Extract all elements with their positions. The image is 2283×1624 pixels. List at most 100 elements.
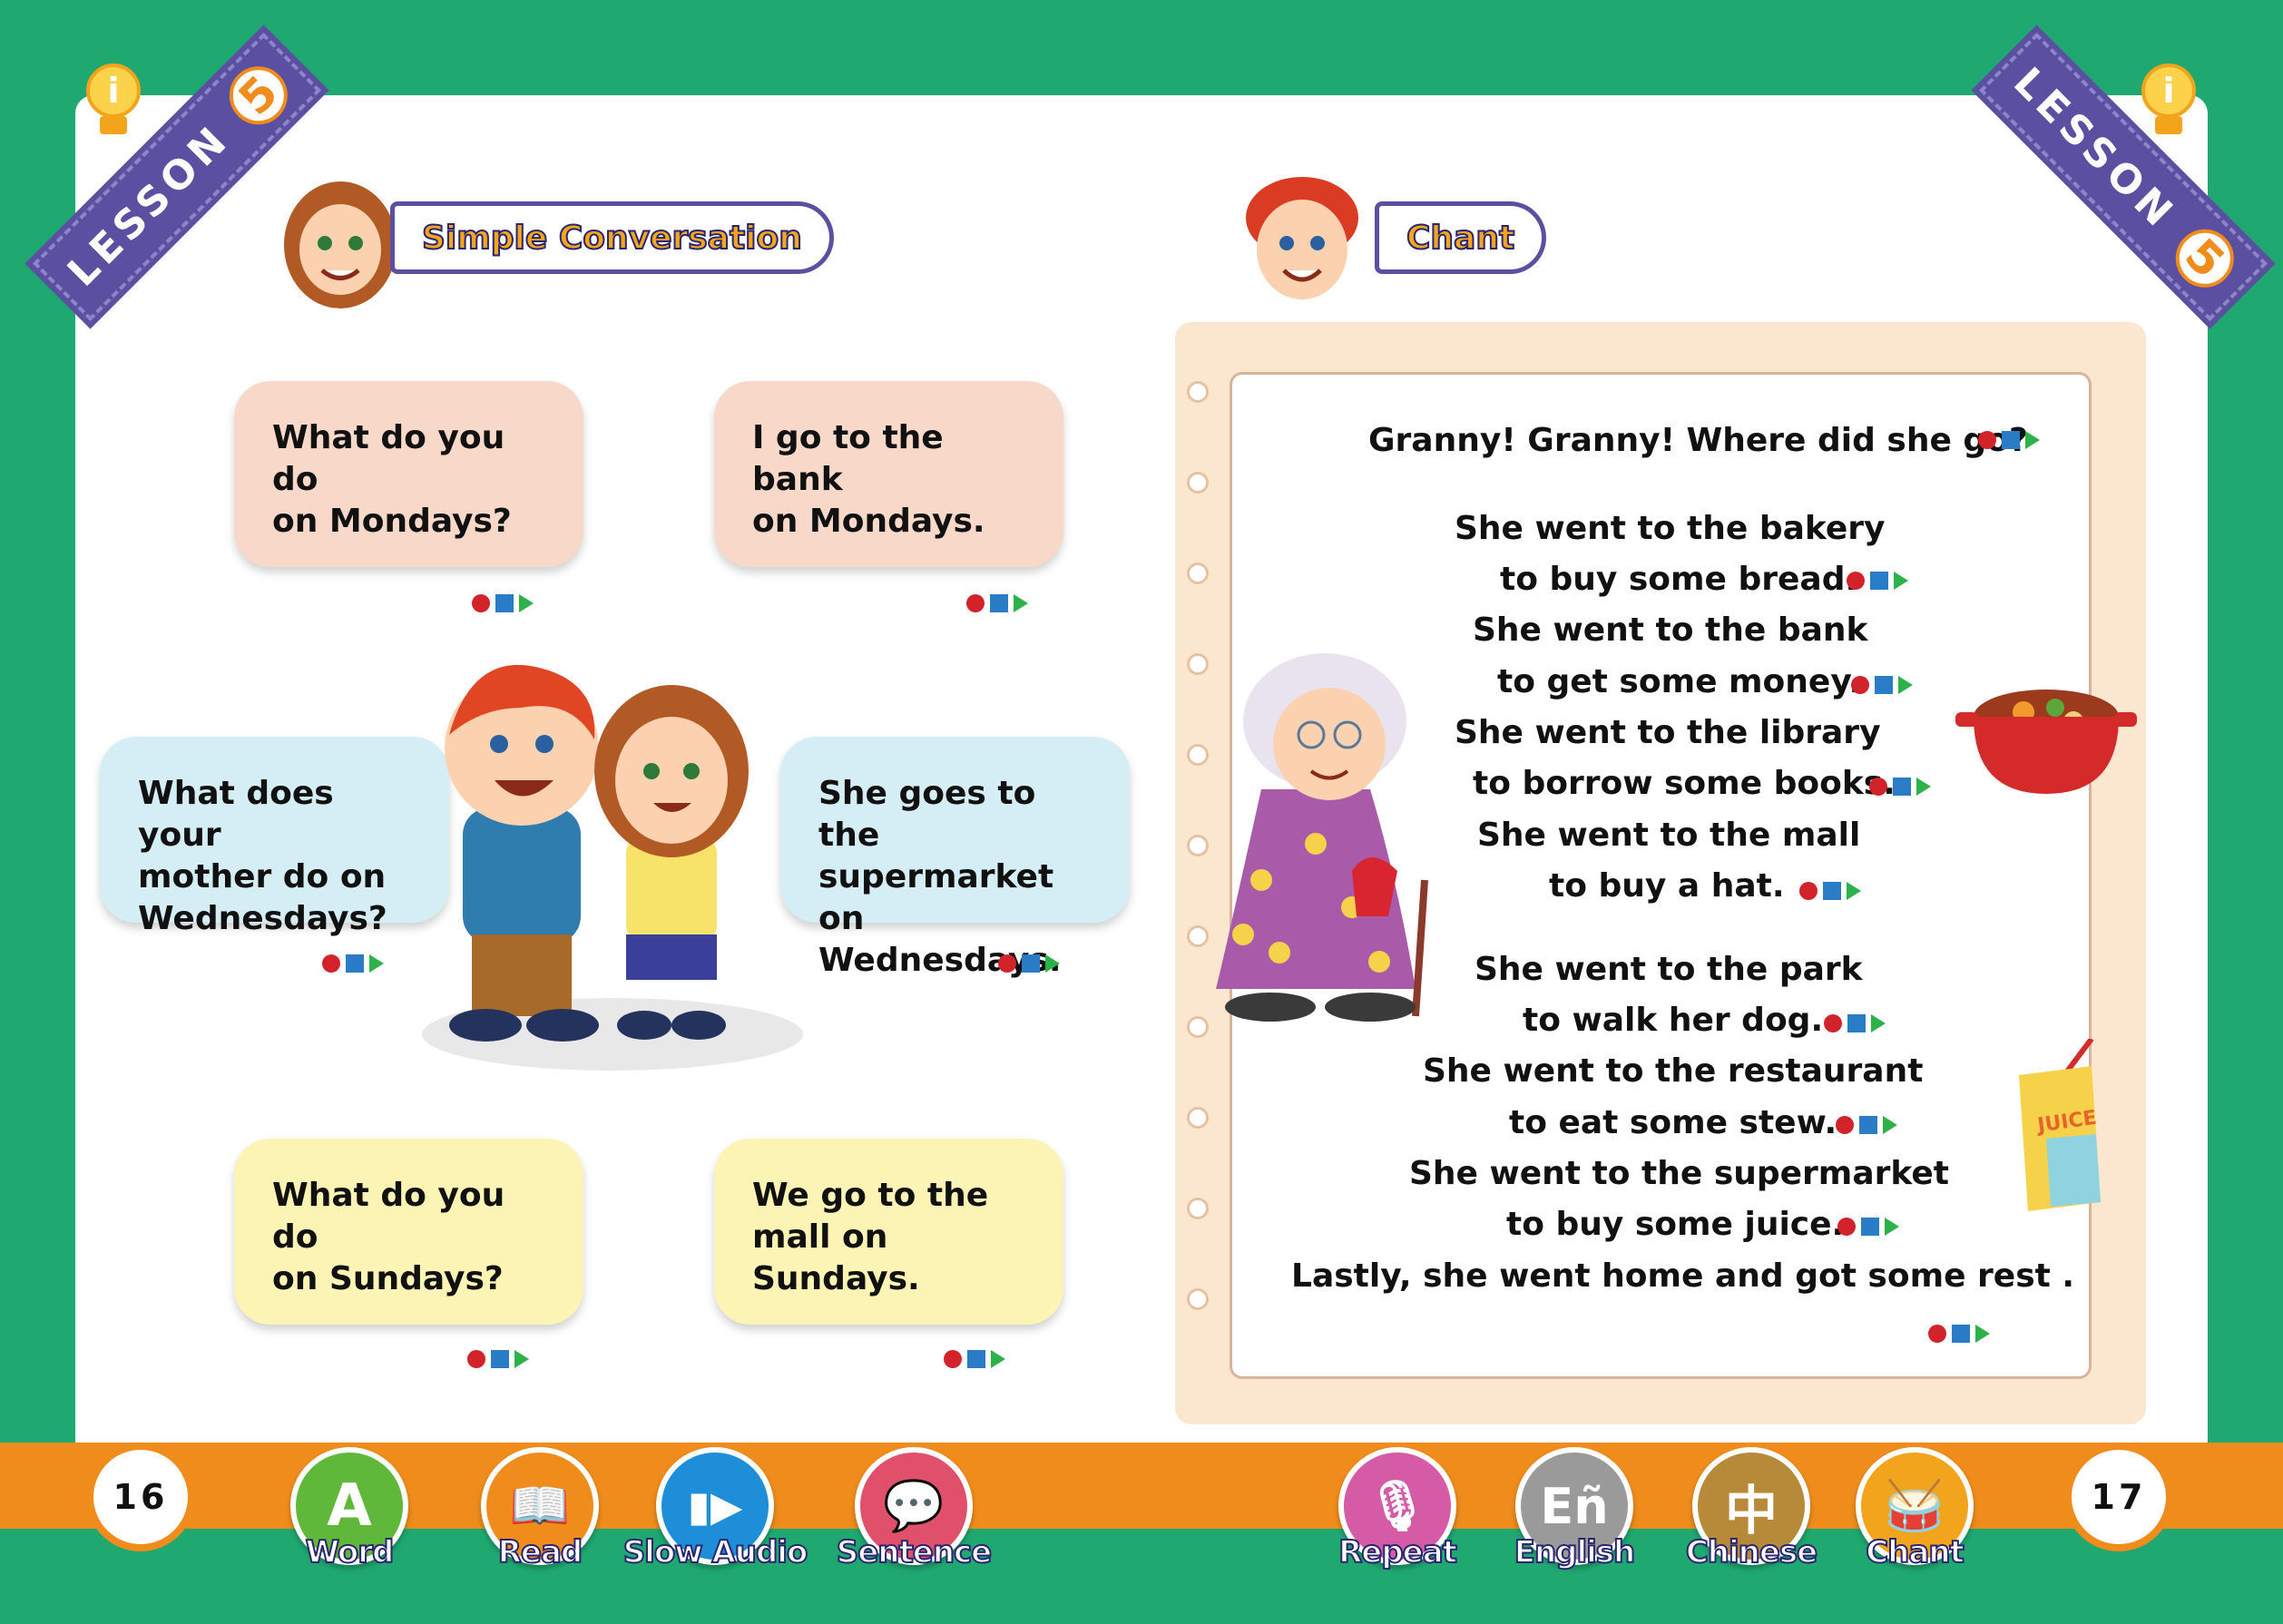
binder-ring: [1187, 744, 1209, 766]
play-icon[interactable]: [1916, 778, 1931, 796]
play-icon[interactable]: [1883, 1116, 1897, 1134]
record-icon[interactable]: [1869, 778, 1887, 796]
audio-controls[interactable]: [322, 954, 384, 973]
play-icon[interactable]: [1014, 594, 1028, 612]
record-icon[interactable]: [472, 594, 490, 612]
sentence-label: Sentence: [836, 1533, 993, 1571]
stop-icon[interactable]: [990, 594, 1008, 612]
word-label: Word: [305, 1533, 396, 1571]
bubble-line: on Mondays?: [272, 503, 512, 540]
stop-icon[interactable]: [967, 1350, 985, 1368]
audio-controls[interactable]: [1847, 572, 1908, 590]
play-icon[interactable]: [991, 1350, 1005, 1368]
play-icon[interactable]: [1975, 1325, 1990, 1343]
stop-icon[interactable]: [1022, 954, 1040, 973]
audio-controls[interactable]: [1837, 1218, 1899, 1236]
audio-controls[interactable]: [1869, 778, 1931, 796]
stop-icon[interactable]: [1823, 882, 1841, 900]
stop-icon[interactable]: [1847, 1014, 1866, 1032]
play-icon[interactable]: [1885, 1218, 1899, 1236]
record-icon[interactable]: [998, 954, 1016, 973]
record-icon[interactable]: [1799, 882, 1818, 900]
audio-controls[interactable]: [1836, 1116, 1897, 1134]
play-icon[interactable]: [519, 594, 534, 612]
play-icon[interactable]: [1847, 882, 1861, 900]
english-button[interactable]: Eñ English: [1511, 1447, 1638, 1574]
stop-icon[interactable]: [495, 594, 514, 612]
play-icon[interactable]: [369, 954, 384, 973]
audio-controls[interactable]: [1928, 1325, 1990, 1343]
record-icon[interactable]: [1837, 1218, 1856, 1236]
lesson-number: 5: [217, 54, 299, 137]
repeat-button[interactable]: 🎙 Repeat: [1334, 1447, 1461, 1574]
boy-avatar-icon: [1246, 177, 1358, 299]
audio-controls[interactable]: [1824, 1014, 1886, 1032]
play-icon[interactable]: [1894, 572, 1908, 590]
chant-button[interactable]: 🥁 Chant: [1851, 1447, 1978, 1574]
bubble-line: What do you do: [272, 419, 505, 498]
stop-icon[interactable]: [1859, 1116, 1877, 1134]
bubble-line: I go to the bank: [752, 419, 944, 498]
stop-icon[interactable]: [1870, 572, 1888, 590]
stop-icon[interactable]: [1893, 778, 1911, 796]
play-icon[interactable]: [2025, 431, 2040, 449]
chant-line: She went to the restaurant: [1423, 1052, 1924, 1090]
stop-icon[interactable]: [1861, 1218, 1879, 1236]
juice-box-illustration: JUICE: [2019, 1039, 2101, 1211]
girl-avatar-icon: [284, 181, 397, 308]
stop-icon[interactable]: [1875, 676, 1893, 694]
chinese-button[interactable]: 中 Chinese: [1685, 1447, 1818, 1574]
play-icon[interactable]: [1898, 676, 1913, 694]
record-icon[interactable]: [322, 954, 340, 973]
record-icon[interactable]: [1978, 431, 1996, 449]
chant-line: to walk her dog.: [1523, 1002, 1824, 1039]
binder-ring: [1187, 1016, 1209, 1038]
binder-ring: [1187, 472, 1209, 494]
simple-conversation-tag: Simple Conversation: [390, 201, 834, 274]
word-button[interactable]: A Word: [286, 1447, 413, 1574]
bubble-line: on Mondays.: [752, 503, 985, 540]
read-label: Read: [497, 1533, 584, 1571]
audio-controls[interactable]: [467, 1350, 529, 1368]
binder-ring: [1187, 835, 1209, 856]
audio-controls[interactable]: [472, 594, 534, 612]
record-icon[interactable]: [1928, 1325, 1946, 1343]
slow-audio-button[interactable]: ▮▶ Slow Audio: [622, 1447, 808, 1574]
audio-controls[interactable]: [998, 954, 1060, 973]
record-icon[interactable]: [944, 1350, 962, 1368]
play-icon[interactable]: [1871, 1014, 1886, 1032]
lightbulb-icon[interactable]: i: [82, 64, 145, 136]
read-button[interactable]: 📖 Read: [476, 1447, 603, 1574]
audio-controls[interactable]: [1799, 882, 1861, 900]
bubble-question-monday: What do you do on Mondays?: [234, 381, 583, 567]
audio-controls[interactable]: [966, 594, 1028, 612]
audio-controls[interactable]: [944, 1350, 1005, 1368]
bubble-line: We go to the: [752, 1177, 989, 1214]
bubble-question-wednesday: What does your mother do on Wednesdays?: [100, 737, 449, 937]
bubble-line: mother do on: [138, 858, 387, 895]
play-icon[interactable]: [514, 1350, 529, 1368]
stop-icon[interactable]: [346, 954, 364, 973]
chant-line: She went to the supermarket: [1409, 1155, 1949, 1192]
record-icon[interactable]: [1836, 1116, 1854, 1134]
sentence-button[interactable]: 💬 Sentence: [836, 1447, 993, 1574]
chant-line: She went to the bank: [1473, 611, 1868, 649]
chant-line: to buy some juice.: [1506, 1206, 1845, 1243]
record-icon[interactable]: [966, 594, 985, 612]
audio-controls[interactable]: [1978, 431, 2040, 449]
lightbulb-icon[interactable]: i: [2137, 64, 2200, 136]
page-number-left: 16: [86, 1443, 195, 1551]
record-icon[interactable]: [1851, 676, 1869, 694]
stop-icon[interactable]: [2002, 431, 2020, 449]
record-icon[interactable]: [467, 1350, 485, 1368]
record-icon[interactable]: [1847, 572, 1865, 590]
bubble-line: What does your: [138, 775, 334, 854]
chant-line: She went to the library: [1455, 714, 1881, 751]
chant-label: Chant: [1865, 1533, 1965, 1571]
chant-line: She went to the park: [1475, 951, 1863, 988]
stop-icon[interactable]: [491, 1350, 509, 1368]
record-icon[interactable]: [1824, 1014, 1842, 1032]
stop-icon[interactable]: [1952, 1325, 1970, 1343]
audio-controls[interactable]: [1851, 676, 1913, 694]
play-icon[interactable]: [1045, 954, 1060, 973]
